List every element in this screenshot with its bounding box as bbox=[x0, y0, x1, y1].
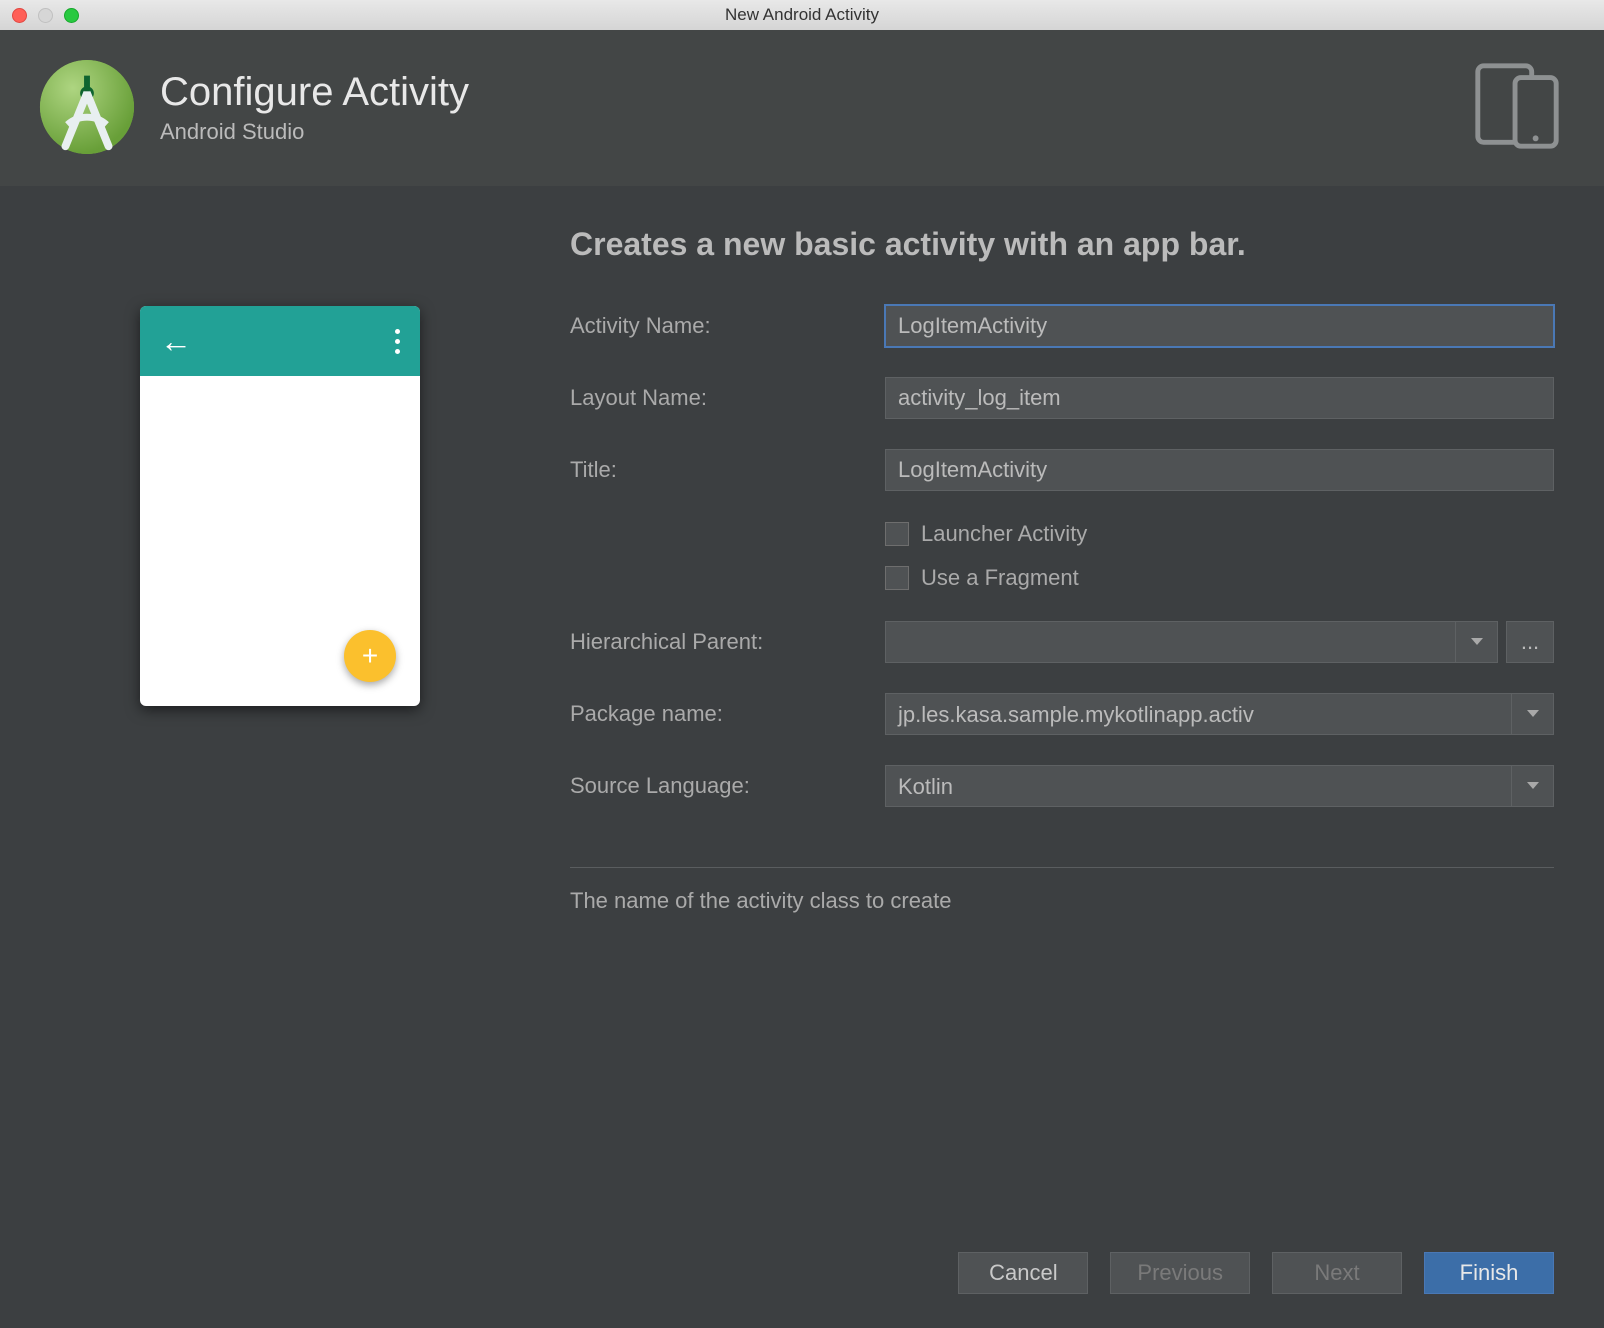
source-language-label: Source Language: bbox=[570, 773, 885, 799]
window-controls bbox=[12, 8, 79, 23]
wizard-title: Configure Activity bbox=[160, 70, 1444, 115]
launcher-activity-checkbox[interactable] bbox=[885, 522, 909, 546]
hierarchical-parent-label: Hierarchical Parent: bbox=[570, 629, 885, 655]
chevron-down-icon[interactable] bbox=[1455, 622, 1497, 662]
template-preview: ← + bbox=[140, 306, 420, 706]
chevron-down-icon[interactable] bbox=[1511, 766, 1553, 806]
overflow-menu-icon bbox=[395, 329, 400, 354]
wizard-subtitle: Android Studio bbox=[160, 119, 1444, 145]
hierarchical-parent-value bbox=[886, 622, 1455, 662]
chevron-down-icon[interactable] bbox=[1511, 694, 1553, 734]
back-arrow-icon: ← bbox=[160, 323, 192, 360]
wizard-footer: Cancel Previous Next Finish bbox=[0, 1232, 1604, 1328]
fab-icon: + bbox=[344, 630, 396, 682]
field-hint: The name of the activity class to create bbox=[570, 888, 1554, 914]
previous-button: Previous bbox=[1110, 1252, 1250, 1294]
activity-name-input[interactable] bbox=[885, 305, 1554, 347]
use-fragment-label: Use a Fragment bbox=[921, 565, 1079, 591]
next-button: Next bbox=[1272, 1252, 1402, 1294]
package-name-combo[interactable]: jp.les.kasa.sample.mykotlinapp.activ bbox=[885, 693, 1554, 735]
section-description: Creates a new basic activity with an app… bbox=[570, 226, 1554, 263]
minimize-window-icon bbox=[38, 8, 53, 23]
zoom-window-icon[interactable] bbox=[64, 8, 79, 23]
title-label: Title: bbox=[570, 457, 885, 483]
titlebar: New Android Activity bbox=[0, 0, 1604, 30]
cancel-button[interactable]: Cancel bbox=[958, 1252, 1088, 1294]
window-title: New Android Activity bbox=[725, 5, 879, 25]
layout-name-input[interactable] bbox=[885, 377, 1554, 419]
browse-parent-button[interactable]: ... bbox=[1506, 621, 1554, 663]
launcher-activity-label: Launcher Activity bbox=[921, 521, 1087, 547]
use-fragment-checkbox[interactable] bbox=[885, 566, 909, 590]
finish-button[interactable]: Finish bbox=[1424, 1252, 1554, 1294]
activity-name-label: Activity Name: bbox=[570, 313, 885, 339]
android-studio-logo-icon bbox=[38, 58, 136, 156]
preview-appbar: ← bbox=[140, 306, 420, 376]
layout-name-label: Layout Name: bbox=[570, 385, 885, 411]
source-language-combo[interactable]: Kotlin bbox=[885, 765, 1554, 807]
divider bbox=[570, 867, 1554, 868]
package-name-label: Package name: bbox=[570, 701, 885, 727]
close-window-icon[interactable] bbox=[12, 8, 27, 23]
wizard-header: Configure Activity Android Studio bbox=[0, 30, 1604, 186]
hierarchical-parent-combo[interactable] bbox=[885, 621, 1498, 663]
source-language-value: Kotlin bbox=[886, 766, 1511, 806]
package-name-value: jp.les.kasa.sample.mykotlinapp.activ bbox=[886, 694, 1511, 734]
form-factor-icon bbox=[1468, 58, 1566, 156]
title-input[interactable] bbox=[885, 449, 1554, 491]
